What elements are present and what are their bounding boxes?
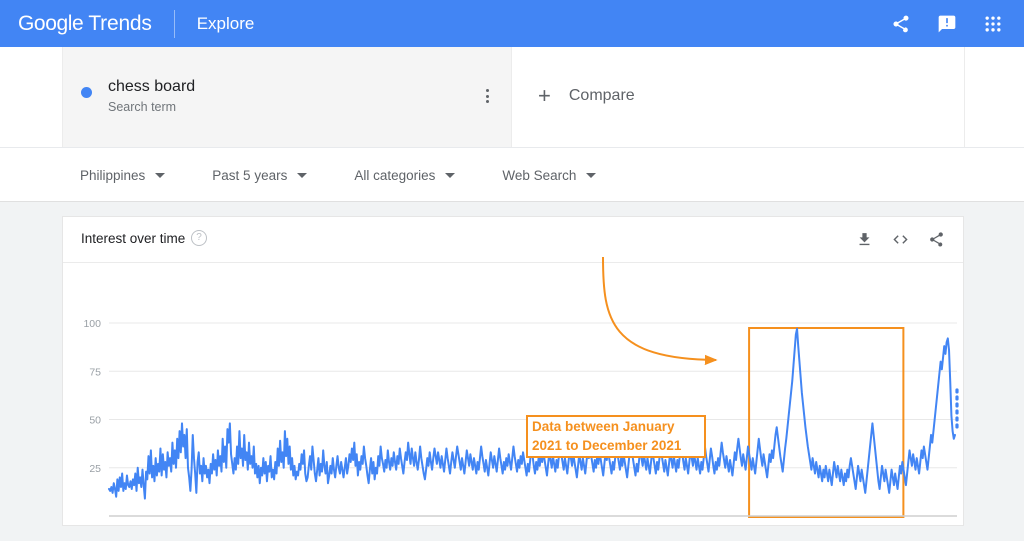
brand-google-text: Google xyxy=(18,12,83,36)
filter-search-type[interactable]: Web Search xyxy=(502,168,596,183)
share-icon[interactable] xyxy=(878,0,924,47)
chevron-down-icon xyxy=(586,173,596,178)
filter-category[interactable]: All categories xyxy=(354,168,455,183)
explore-nav-label[interactable]: Explore xyxy=(197,14,255,34)
annotation-callout-box: Data between January 2021 to December 20… xyxy=(526,415,706,458)
y-axis-tick-label: 75 xyxy=(89,366,101,378)
feedback-icon[interactable] xyxy=(924,0,970,47)
chevron-down-icon xyxy=(155,173,165,178)
x-axis-tick-label: Apr 26, 2020 xyxy=(642,524,702,525)
filter-row: Philippines Past 5 years All categories … xyxy=(0,148,1024,202)
add-compare-button[interactable]: + Compare xyxy=(538,85,635,107)
interest-over-time-card: Interest over time ? xyxy=(62,216,964,526)
google-trends-logo[interactable]: Google Trends xyxy=(18,12,152,36)
y-axis-tick-label: 25 xyxy=(89,463,101,475)
chevron-down-icon xyxy=(297,173,307,178)
share-icon[interactable] xyxy=(923,226,949,252)
x-axis-tick-label: Oct 28, 2018 xyxy=(361,524,421,525)
google-trends-page: Google Trends Explore xyxy=(0,0,1024,541)
search-term-row: chess board Search term + Compare xyxy=(0,47,1024,148)
filter-search-type-label: Web Search xyxy=(502,168,576,183)
chevron-down-icon xyxy=(445,173,455,178)
card-action-group xyxy=(851,226,949,252)
filter-region-label: Philippines xyxy=(80,168,145,183)
filter-group: Philippines Past 5 years All categories … xyxy=(80,148,643,202)
search-term-subtitle: Search term xyxy=(108,100,176,114)
card-header: Interest over time ? xyxy=(63,217,963,263)
compare-cell: + Compare xyxy=(513,47,965,147)
search-term-card[interactable]: chess board Search term xyxy=(62,47,512,147)
filter-category-label: All categories xyxy=(354,168,435,183)
download-icon[interactable] xyxy=(851,226,877,252)
embed-code-icon[interactable] xyxy=(887,226,913,252)
filter-time-range[interactable]: Past 5 years xyxy=(212,168,307,183)
filter-region[interactable]: Philippines xyxy=(80,168,165,183)
apps-grid-icon[interactable] xyxy=(970,0,1016,47)
help-icon[interactable]: ? xyxy=(191,230,207,246)
trends-line-chart[interactable]: 100 75 50 25 Apr 30, 20... Oct 28, 2018 Apr 26… xyxy=(63,263,963,525)
series-color-dot xyxy=(81,87,92,98)
x-axis-tick-label: Apr 30, 20... xyxy=(101,524,158,525)
x-axis-tick-label: Oct 24, 2021 xyxy=(891,524,951,525)
header-divider xyxy=(174,10,175,38)
page-body: Interest over time ? xyxy=(0,202,1024,541)
overflow-menu-icon[interactable] xyxy=(477,83,497,109)
search-term-title: chess board xyxy=(108,78,195,96)
plus-icon: + xyxy=(538,85,551,107)
compare-label: Compare xyxy=(569,87,635,105)
filter-time-range-label: Past 5 years xyxy=(212,168,287,183)
brand-trends-text: Trends xyxy=(88,12,151,36)
y-axis-tick-label: 100 xyxy=(83,318,101,330)
y-axis-tick-label: 50 xyxy=(89,415,101,427)
top-bar-icon-group xyxy=(878,0,1016,47)
series-line xyxy=(109,329,955,499)
chart-area[interactable]: 100 75 50 25 Apr 30, 20... Oct 28, 2018 Apr 26… xyxy=(63,263,963,525)
annotation-text: Data between January 2021 to December 20… xyxy=(528,418,681,454)
top-app-bar: Google Trends Explore xyxy=(0,0,1024,47)
card-title: Interest over time xyxy=(81,231,185,246)
